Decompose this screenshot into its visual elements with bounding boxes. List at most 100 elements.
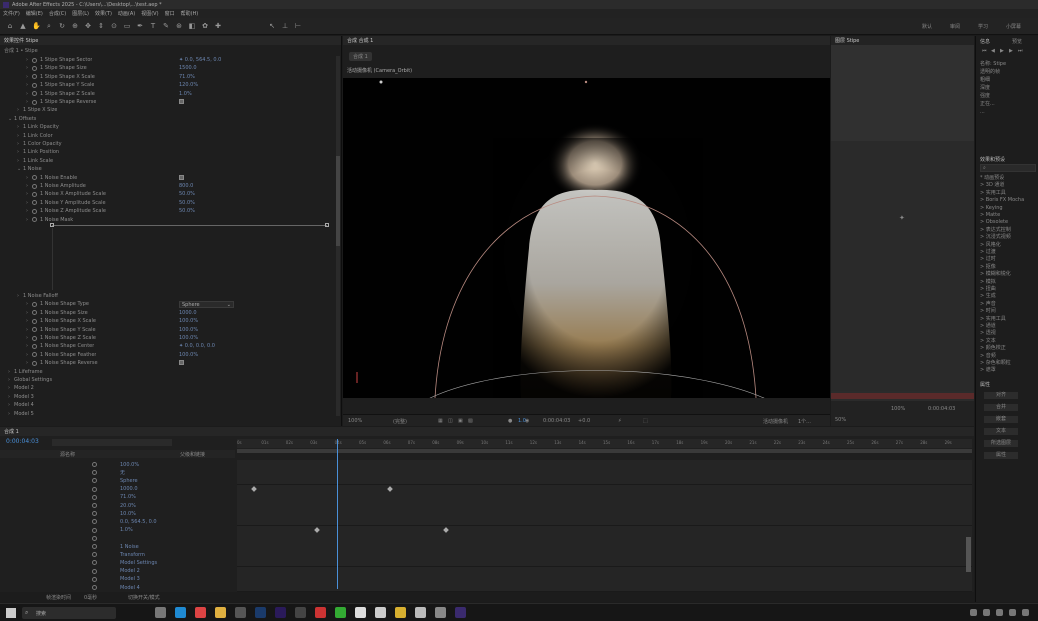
timeline-row-value[interactable]: 1 Noise xyxy=(120,544,139,550)
zoom-tool-icon[interactable]: ⌕ xyxy=(45,22,53,30)
premiere-icon[interactable] xyxy=(275,607,286,618)
notification-icon[interactable] xyxy=(1022,609,1029,616)
workspace-tab[interactable]: 小屏幕 xyxy=(1006,23,1021,30)
home-icon[interactable]: ⌂ xyxy=(6,22,14,30)
stopwatch-icon[interactable] xyxy=(32,57,37,63)
effect-category-item[interactable]: > Obsolete xyxy=(980,219,1008,226)
timeline-search-input[interactable] xyxy=(52,439,172,446)
stopwatch-icon[interactable] xyxy=(32,208,37,214)
pan-behind-icon[interactable]: ⊙ xyxy=(110,22,118,30)
effect-category-item[interactable]: > 过渡 xyxy=(980,249,996,256)
effect-property-checkbox[interactable] xyxy=(179,99,184,104)
timeline-track[interactable] xyxy=(237,583,972,592)
noise-mask-graph-area[interactable] xyxy=(52,227,327,290)
after-effects-icon[interactable] xyxy=(455,607,466,618)
menu-item[interactable]: 图层(L) xyxy=(72,10,89,17)
effect-property-row[interactable]: › Model 4 xyxy=(8,401,338,409)
composition-tab[interactable]: 合成 合成 1 xyxy=(343,36,830,45)
effect-category-item[interactable]: > 模糊和锐化 xyxy=(980,271,1011,278)
effect-property-checkbox[interactable] xyxy=(179,174,184,180)
channel-icon[interactable]: ● xyxy=(508,418,512,424)
stopwatch-icon[interactable] xyxy=(92,560,97,566)
time-ruler[interactable]: 0s 01s 02s 03s 04s 05s 06s 07s 08s 09s 10s 11s 12s 13… xyxy=(237,439,972,448)
stopwatch-icon[interactable] xyxy=(32,74,37,80)
menu-item[interactable]: 窗口 xyxy=(165,10,175,17)
stopwatch-icon[interactable] xyxy=(92,568,97,574)
effect-property-row[interactable]: › Model 5 xyxy=(8,410,338,418)
effect-category-item[interactable]: > 生成 xyxy=(980,293,996,300)
effect-category-item[interactable]: > 杂色和颗粒 xyxy=(980,360,1011,367)
source-name-header[interactable]: 源名称 xyxy=(60,451,75,458)
effect-property-value[interactable]: ✦ 0.0, 0.0, 0.0 xyxy=(179,342,215,350)
timeline-tab[interactable]: 合成 1 xyxy=(0,427,974,436)
timeline-row-value[interactable]: 1.0% xyxy=(120,527,133,533)
snap-icon[interactable]: ↖ xyxy=(268,22,276,30)
rectangle-tool-icon[interactable]: ▭ xyxy=(123,22,131,30)
effect-property-value[interactable]: 100.0% xyxy=(179,334,198,342)
stopwatch-icon[interactable] xyxy=(92,503,97,508)
viewer-control[interactable]: 1个... xyxy=(798,418,811,425)
effect-property-value[interactable]: 71.0% xyxy=(179,73,195,81)
effect-property-value[interactable]: 800.0 xyxy=(179,182,193,190)
playhead[interactable] xyxy=(337,439,338,589)
menu-item[interactable]: 帮助(H) xyxy=(181,10,199,17)
note-icon[interactable] xyxy=(375,607,386,618)
windows-start-icon[interactable] xyxy=(6,608,16,618)
effect-category-item[interactable]: > 音频 xyxy=(980,353,996,360)
selection-tool-icon[interactable]: ▲ xyxy=(19,22,27,30)
grid-icon[interactable]: ▦ xyxy=(438,418,443,424)
type-tool-icon[interactable]: T xyxy=(149,22,157,30)
effect-category-item[interactable]: > 表达式控制 xyxy=(980,227,1011,234)
region-icon[interactable]: ▣ xyxy=(458,418,463,424)
stopwatch-icon[interactable] xyxy=(32,217,37,223)
graph-handle[interactable] xyxy=(50,222,54,227)
effect-category-item[interactable]: > 模拟 xyxy=(980,279,996,286)
timeline-scrollbar[interactable] xyxy=(966,537,971,572)
stopwatch-icon[interactable] xyxy=(32,65,37,71)
property-button[interactable]: 属性 xyxy=(984,452,1018,459)
property-button[interactable]: 对齐 xyxy=(984,392,1018,399)
stopwatch-icon[interactable] xyxy=(92,585,97,590)
effect-property-value[interactable]: 120.0% xyxy=(179,81,198,89)
work-area-bar[interactable] xyxy=(237,449,972,453)
play-first-icon[interactable]: ⏮ xyxy=(982,48,987,55)
play-last-icon[interactable]: ⏭ xyxy=(1018,48,1023,55)
menu-item[interactable]: 动画(A) xyxy=(118,10,135,17)
workspace-tab[interactable]: 审阅 xyxy=(950,23,960,30)
effect-category-item[interactable]: > 过时 xyxy=(980,256,996,263)
battery-icon[interactable] xyxy=(1009,609,1016,616)
effect-category-item[interactable]: * 动画预设 xyxy=(980,175,1004,182)
viewer-control[interactable]: (完整) xyxy=(393,418,407,425)
settings-icon[interactable] xyxy=(295,607,306,618)
3d-view-icon[interactable]: ⬚ xyxy=(643,418,648,424)
effects-search-input[interactable]: ⌕ xyxy=(980,164,1036,172)
pen-tool-icon[interactable]: ✒ xyxy=(136,22,144,30)
effect-property-row[interactable]: › Global Settings xyxy=(8,376,338,384)
align-icon[interactable]: ⊥ xyxy=(281,22,289,30)
property-button[interactable]: 合并 xyxy=(984,404,1018,411)
menu-item[interactable]: 视图(V) xyxy=(141,10,158,17)
effect-category-item[interactable]: > 文本 xyxy=(980,338,996,345)
effect-category-item[interactable]: > 透视 xyxy=(980,330,996,337)
effect-category-item[interactable]: > 实用工具 xyxy=(980,316,1006,323)
tray-chevron-icon[interactable] xyxy=(970,609,977,616)
volume-icon[interactable] xyxy=(996,609,1003,616)
effect-property-value[interactable]: 100.0% xyxy=(179,351,198,359)
effect-property-row[interactable]: › Model 3 xyxy=(8,393,338,401)
chrome-icon[interactable] xyxy=(195,607,206,618)
workspace-tab[interactable]: 默认 xyxy=(922,23,932,30)
photos-icon[interactable] xyxy=(235,607,246,618)
effect-property-value[interactable]: ✦ 0.0, 564.5, 0.0 xyxy=(179,56,221,64)
preview-panel-title[interactable]: 预览 xyxy=(1012,38,1022,45)
stopwatch-icon[interactable] xyxy=(32,343,37,349)
stopwatch-icon[interactable] xyxy=(92,527,97,533)
effect-category-item[interactable]: > Keying xyxy=(980,205,1003,212)
stopwatch-icon[interactable] xyxy=(32,318,37,324)
anchor-marker[interactable] xyxy=(379,80,383,84)
timeline-row-value[interactable]: Model Settings xyxy=(120,560,157,566)
effect-property-dropdown[interactable]: Sphere ⌄ xyxy=(179,301,234,309)
effect-property-row[interactable]: › 1 Link Opacity xyxy=(17,123,338,131)
timeline-row-value[interactable]: Sphere xyxy=(120,478,138,484)
layer-view-zoom-select[interactable]: 50% xyxy=(835,417,846,423)
effect-category-item[interactable]: > 声音 xyxy=(980,301,996,308)
